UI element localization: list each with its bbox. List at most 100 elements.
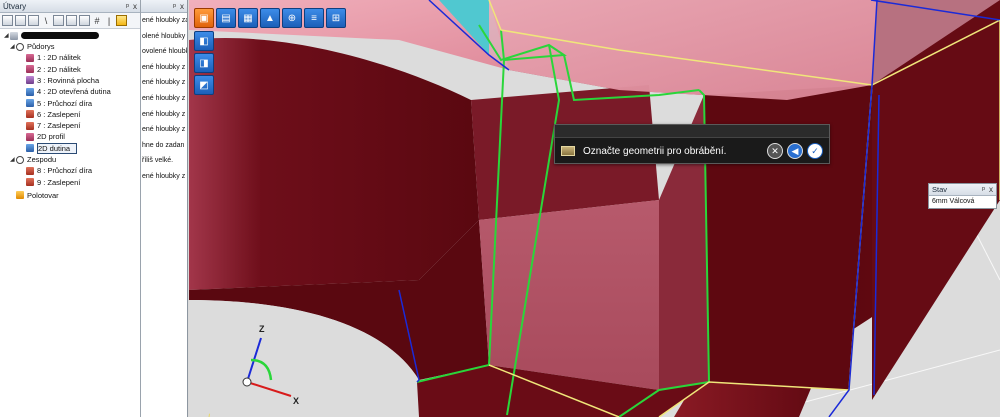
- tree-item-label: 7 : Zaslepení: [37, 121, 81, 131]
- tree-item[interactable]: 2D dutina: [26, 142, 78, 154]
- bars-icon[interactable]: |: [104, 16, 114, 26]
- pin-icon[interactable]: ᵖ: [173, 2, 176, 11]
- feature-icon: [16, 191, 24, 200]
- view-iso-button[interactable]: ◨: [194, 53, 214, 73]
- tree-root-item[interactable]: ◢: [4, 30, 99, 41]
- tree-item-label: 2 : 2D nálitek: [37, 64, 81, 74]
- message-line: ené hloubky z: [142, 126, 186, 134]
- layers-button[interactable]: ▦: [238, 8, 258, 28]
- tree-item[interactable]: 2D profil: [26, 131, 65, 142]
- feature-icon: [26, 132, 34, 141]
- zoom-icon: ⊕: [287, 12, 297, 24]
- prompt-message: Označte geometrii pro obrábění.: [583, 145, 727, 157]
- confirm-button[interactable]: ✓: [807, 143, 823, 159]
- view-cube-side-icon: ◩: [199, 79, 209, 91]
- feature-icon: [26, 65, 34, 74]
- tree-item[interactable]: 9 : Zaslepení: [26, 177, 80, 188]
- redacted-part-name: [21, 32, 99, 39]
- cube-view-button[interactable]: ▣: [194, 8, 214, 28]
- tree-item[interactable]: 5 : Průchozí díra: [26, 98, 92, 109]
- feature-icon: [26, 121, 34, 130]
- tree-item-label: 9 : Zaslepení: [37, 177, 81, 187]
- message-line: ené hloubky z: [142, 63, 186, 71]
- view-cube-iso-icon: ◨: [199, 57, 209, 69]
- view-cube-front-icon: ◧: [199, 35, 209, 47]
- tree-item[interactable]: ◢ Půdorys: [10, 41, 55, 52]
- pin-icon[interactable]: ᵖ: [126, 2, 129, 11]
- axis-z-label: Z: [259, 324, 265, 334]
- message-line: ené hloubky z: [142, 95, 186, 102]
- zoom-button[interactable]: ⊕: [282, 8, 302, 28]
- tree-item[interactable]: 3 : Rovinná plocha: [26, 75, 99, 86]
- setup-gear-icon: [16, 42, 24, 51]
- close-icon[interactable]: x: [133, 2, 137, 11]
- view-front-button[interactable]: ◧: [194, 31, 214, 51]
- cancel-icon: ✕: [771, 145, 779, 156]
- tree-depth-icon[interactable]: [15, 15, 26, 26]
- axis-x-label: X: [293, 396, 299, 406]
- tree-item-label: 3 : Rovinná plocha: [37, 75, 100, 85]
- status-panel: Stav ᵖ x 6mm Válcová: [928, 183, 997, 209]
- feature-icon: [26, 144, 34, 153]
- tree-filter-icon[interactable]: [2, 15, 13, 26]
- tree-item-label: Půdorys: [27, 42, 55, 51]
- tree-book-icon[interactable]: [28, 15, 39, 26]
- part-icon: [10, 31, 18, 40]
- close-icon[interactable]: x: [180, 2, 184, 11]
- 3d-viewport[interactable]: Z X ▣ ▤ ▦ ▲ ⊕ ≡ ⊞ ◧ ◨ ◩: [189, 0, 1000, 417]
- selection-prompt-dialog: Označte geometrii pro obrábění. ✕ ◀ ✓: [554, 124, 830, 164]
- separator-icon: \: [44, 15, 48, 26]
- arrow-left-icon: ◀: [791, 145, 799, 156]
- checkmark-icon: ✓: [811, 145, 819, 156]
- tree-panel-title: Útvary: [3, 1, 27, 11]
- close-icon[interactable]: x: [989, 185, 993, 194]
- tree-item[interactable]: 6 : Zaslepení: [26, 109, 80, 120]
- cube-icon: ▣: [199, 12, 209, 24]
- hash-icon[interactable]: #: [92, 16, 102, 26]
- message-line: ené hloubky z: [142, 173, 186, 180]
- view-side-button[interactable]: ◩: [194, 75, 214, 95]
- message-line: říliš velké.: [142, 157, 174, 165]
- current-tool-value: 6mm Válcová: [932, 198, 975, 205]
- messages-panel: ᵖ x ené hloubky za olené hloubky z ovolené…: [141, 0, 188, 417]
- tree-item[interactable]: ◢ Zespodu: [10, 154, 56, 165]
- pin-icon[interactable]: ᵖ: [982, 185, 985, 194]
- dimension-button[interactable]: ⊞: [326, 8, 346, 28]
- feature-icon: [26, 76, 34, 85]
- machine-setup-button[interactable]: ▤: [216, 8, 236, 28]
- feature-icon: [26, 178, 34, 187]
- feature-icon: [26, 110, 34, 119]
- back-button[interactable]: ◀: [787, 143, 803, 159]
- part-3d-view[interactable]: Z X: [189, 0, 1000, 417]
- tree-item-label: 4 : 2D otevřená dutina: [37, 87, 111, 97]
- dimension-icon: ⊞: [331, 12, 341, 24]
- tree-panel-title-bar: Útvary ᵖ x: [0, 0, 140, 13]
- tree-feature-icon[interactable]: [53, 15, 64, 26]
- cancel-button[interactable]: ✕: [767, 143, 783, 159]
- feature-icon: [26, 87, 34, 96]
- tree-item[interactable]: 7 : Zaslepení: [26, 120, 80, 131]
- light-button[interactable]: ▲: [260, 8, 280, 28]
- prompt-title-bar[interactable]: [555, 125, 829, 138]
- lock-icon[interactable]: [116, 15, 127, 26]
- tree-item[interactable]: 2 : 2D nálitek: [26, 64, 81, 75]
- tree-layers-icon[interactable]: [79, 15, 90, 26]
- message-line: olené hloubky z: [142, 32, 188, 40]
- layers-icon: ▦: [243, 12, 253, 24]
- list-button[interactable]: ≡: [304, 8, 324, 28]
- tree-item[interactable]: 1 : 2D nálitek: [26, 52, 81, 63]
- tree-item[interactable]: 8 : Průchozí díra: [26, 165, 92, 176]
- tree-item[interactable]: 4 : 2D otevřená dutina: [26, 86, 111, 97]
- pocket-floor: [479, 200, 659, 390]
- message-line: ené hloubky z: [142, 110, 186, 118]
- status-panel-title: Stav: [932, 185, 948, 194]
- messages-panel-title-bar: ᵖ x: [141, 0, 187, 13]
- tree-item-label: 5 : Průchozí díra: [37, 98, 93, 108]
- geometry-select-icon: [561, 146, 575, 156]
- tree-item[interactable]: Polotovar: [16, 190, 59, 201]
- tree-diamond-icon[interactable]: [66, 15, 77, 26]
- feature-icon: [26, 166, 34, 175]
- feature-icon: [26, 53, 34, 62]
- status-panel-title-bar: Stav ᵖ x: [929, 184, 996, 196]
- message-line: ené hloubky za: [142, 17, 188, 24]
